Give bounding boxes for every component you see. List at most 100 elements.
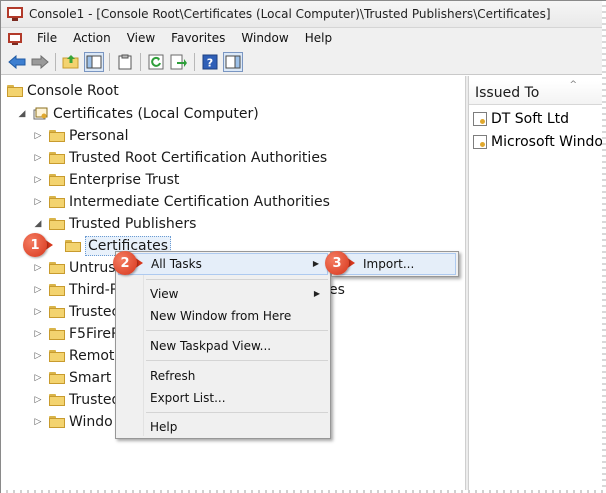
menu-favorites[interactable]: Favorites: [163, 28, 233, 49]
column-header-label: Issued To: [475, 85, 540, 101]
folder-icon: [49, 394, 65, 406]
collapsed-arrow-icon[interactable]: ▷: [31, 417, 45, 427]
folder-icon: [49, 262, 65, 274]
list-item-label: Microsoft Windo: [491, 134, 603, 150]
certificates-snapin-icon: [33, 107, 49, 121]
menu-view[interactable]: View: [119, 28, 163, 49]
tree-node-trusted-publishers[interactable]: ◢ Trusted Publishers: [31, 213, 197, 235]
tree-node-label: Enterprise Trust: [69, 172, 180, 188]
tree-node-third-party[interactable]: ▷ Third-P: [31, 279, 119, 301]
tree-node-smart-card[interactable]: ▷ Smart (: [31, 367, 122, 389]
tree-node-label: Trusted Publishers: [69, 216, 197, 232]
toolbar-separator: [55, 52, 56, 71]
console-menu-icon[interactable]: [7, 32, 25, 46]
mmc-app-icon[interactable]: [7, 7, 23, 21]
tree-node-trusted-devices[interactable]: ▷ Trusted: [31, 389, 121, 411]
list-item[interactable]: Microsoft Windo: [473, 132, 603, 152]
tree-node-label: Certificates (Local Computer): [53, 106, 259, 122]
tree-node-console-root[interactable]: Console Root: [7, 80, 119, 102]
tree-node-trusted-root[interactable]: ▷ Trusted Root Certification Authorities: [31, 147, 328, 169]
menu-item-label: New Window from Here: [150, 309, 292, 323]
collapsed-arrow-icon[interactable]: ▷: [31, 373, 45, 383]
menu-item-all-tasks[interactable]: All Tasks ▶: [118, 253, 328, 275]
menu-item-label: View: [150, 287, 179, 301]
menu-item-new-taskpad[interactable]: New Taskpad View...: [118, 335, 328, 357]
folder-icon: [49, 284, 65, 296]
tree-node-label: Trusted: [69, 392, 121, 408]
collapsed-arrow-icon[interactable]: ▷: [31, 285, 45, 295]
menu-item-export-list[interactable]: Export List...: [118, 387, 328, 409]
menu-bar: File Action View Favorites Window Help: [1, 28, 606, 49]
torn-edge-right: [602, 1, 606, 493]
collapsed-arrow-icon[interactable]: ▷: [31, 351, 45, 361]
collapsed-arrow-icon[interactable]: ▷: [31, 329, 45, 339]
submenu-arrow-icon: ▶: [313, 289, 320, 298]
tree-node-intermediate-ca[interactable]: ▷ Intermediate Certification Authorities: [31, 191, 330, 213]
tree-node-label: F5FireP: [69, 326, 120, 342]
collapsed-arrow-icon[interactable]: ▷: [31, 395, 45, 405]
collapsed-arrow-icon[interactable]: ▷: [31, 307, 45, 317]
tree-node-label: Third-P: [69, 282, 119, 298]
tree-node-enterprise-trust[interactable]: ▷ Enterprise Trust: [31, 169, 180, 191]
refresh-icon[interactable]: [146, 52, 166, 72]
tree-node-untrusted[interactable]: ▷ Untrus: [31, 257, 116, 279]
menu-item-new-window[interactable]: New Window from Here: [118, 305, 328, 327]
collapsed-arrow-icon[interactable]: ▷: [31, 175, 45, 185]
tree-node-label: Personal: [69, 128, 129, 144]
tree-node-label: Untrus: [69, 260, 116, 276]
toolbar: ?: [1, 49, 606, 75]
title-bar: Console1 - [Console Root\Certificates (L…: [1, 1, 606, 28]
expanded-arrow-icon[interactable]: ◢: [31, 219, 45, 229]
menu-item-label: All Tasks: [151, 257, 202, 271]
svg-text:?: ?: [207, 56, 213, 69]
collapsed-arrow-icon[interactable]: ▷: [31, 153, 45, 163]
tree-node-f5firepass[interactable]: ▷ F5FireP: [31, 323, 120, 345]
toolbar-separator: [109, 52, 110, 71]
properties-icon[interactable]: [115, 52, 135, 72]
tree-node-personal[interactable]: ▷ Personal: [31, 125, 129, 147]
collapsed-arrow-icon[interactable]: ▷: [31, 131, 45, 141]
menu-separator: [146, 360, 328, 361]
menu-item-help[interactable]: Help: [118, 416, 328, 438]
up-folder-icon[interactable]: [61, 52, 81, 72]
tree-node-label: Trusted Root Certification Authorities: [69, 150, 328, 166]
window-title: Console1 - [Console Root\Certificates (L…: [29, 7, 551, 21]
tree-node-label: Console Root: [27, 83, 119, 99]
tree-node-certificates-local[interactable]: ◢ Certificates (Local Computer): [15, 103, 259, 125]
folder-icon: [7, 85, 23, 97]
export-list-icon[interactable]: [169, 52, 189, 72]
tree-node-windows[interactable]: ▷ Windo: [31, 411, 113, 433]
menu-help[interactable]: Help: [297, 28, 340, 49]
sort-ascending-icon: ^: [569, 80, 577, 90]
list-item[interactable]: DT Soft Ltd: [473, 109, 569, 129]
column-header-issued-to[interactable]: Issued To ^: [469, 80, 606, 105]
tree-node-trusted-people[interactable]: ▷ Trustec: [31, 301, 120, 323]
tree-node-label: Windo: [69, 414, 113, 430]
show-hide-tree-icon[interactable]: [84, 51, 104, 72]
collapsed-arrow-icon[interactable]: ▷: [31, 197, 45, 207]
tree-node-label: Intermediate Certification Authorities: [69, 194, 330, 210]
menu-file[interactable]: File: [29, 28, 65, 49]
menu-action[interactable]: Action: [65, 28, 119, 49]
partially-hidden-tree-text: es: [329, 282, 345, 298]
forward-arrow-icon[interactable]: [30, 52, 50, 72]
toolbar-separator: [194, 52, 195, 71]
callout-badge-3: 3: [325, 251, 349, 275]
collapsed-arrow-icon[interactable]: ▷: [31, 263, 45, 273]
back-arrow-icon[interactable]: [7, 52, 27, 72]
tree-node-label: Remot: [69, 348, 115, 364]
menu-item-label: New Taskpad View...: [150, 339, 272, 353]
menu-item-refresh[interactable]: Refresh: [118, 365, 328, 387]
callout-badge-1: 1: [23, 233, 47, 257]
menu-item-label: Import...: [363, 257, 415, 271]
menu-item-label: Refresh: [150, 369, 196, 383]
tree-node-label: Trustec: [69, 304, 120, 320]
show-action-pane-icon[interactable]: [223, 51, 243, 72]
menu-window[interactable]: Window: [233, 28, 296, 49]
menu-item-view[interactable]: View ▶: [118, 283, 328, 305]
tree-node-remote[interactable]: ▷ Remot: [31, 345, 115, 367]
help-icon[interactable]: ?: [200, 52, 220, 72]
callout-badge-2: 2: [113, 251, 137, 275]
folder-icon: [49, 196, 65, 208]
expanded-arrow-icon[interactable]: ◢: [15, 109, 29, 119]
